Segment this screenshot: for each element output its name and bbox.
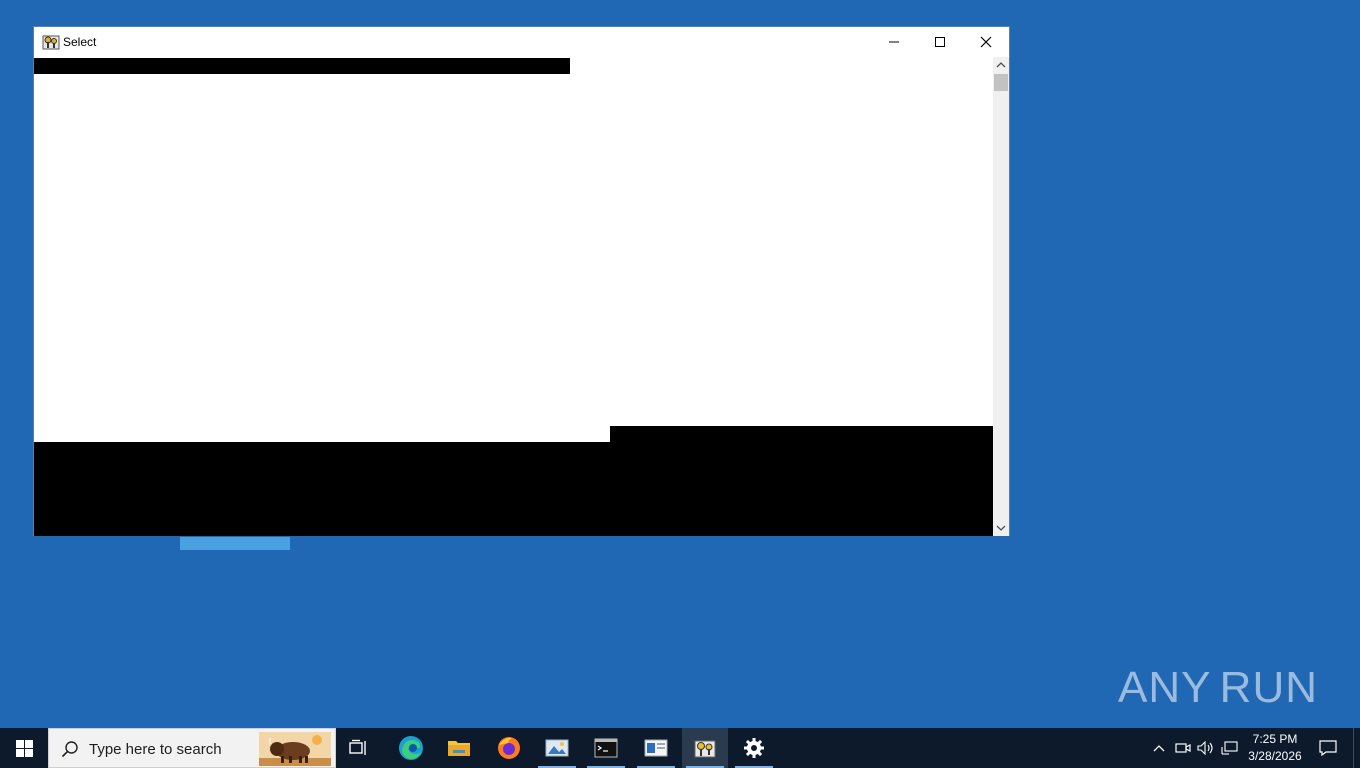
firefox-icon (498, 737, 520, 759)
selection-highlight (34, 58, 570, 74)
network-icon (1221, 741, 1238, 755)
taskbar-key-manager[interactable] (682, 728, 728, 768)
minimize-button[interactable] (871, 27, 917, 57)
console-window[interactable]: Select (33, 26, 1010, 536)
keys-icon (694, 740, 716, 758)
clock-date: 3/28/2026 (1248, 749, 1302, 763)
scroll-up-button[interactable] (993, 57, 1009, 73)
notification-icon (1319, 740, 1337, 756)
taskbar-photos[interactable] (534, 728, 580, 768)
chevron-down-icon (996, 525, 1006, 531)
anyrun-watermark: ANY RUN (1118, 655, 1318, 721)
console-black-region (34, 442, 610, 536)
task-view-icon (349, 739, 366, 755)
close-button[interactable] (963, 27, 1009, 57)
window-app-icon (644, 739, 668, 757)
taskbar-file-explorer[interactable] (436, 728, 482, 768)
taskbar-settings[interactable] (731, 728, 777, 768)
search-box[interactable]: Type here to search (48, 728, 336, 768)
scroll-thumb[interactable] (994, 74, 1008, 91)
bison-illustration-icon (259, 732, 331, 766)
scroll-down-button[interactable] (993, 520, 1009, 536)
vertical-scrollbar[interactable] (993, 57, 1009, 536)
taskbar: Type here to search 7:25 PM 3/28/2026 (0, 728, 1360, 768)
console-output[interactable] (34, 57, 994, 536)
notification-center-button[interactable] (1314, 728, 1342, 768)
taskbar-firefox[interactable] (486, 728, 532, 768)
folder-icon (448, 741, 470, 756)
title-bar[interactable]: Select (34, 27, 1009, 57)
maximize-icon (935, 37, 945, 47)
desktop-strip (180, 537, 290, 550)
camera-icon (1175, 743, 1191, 753)
windows-logo-icon (15, 739, 33, 757)
taskbar-task-view[interactable] (336, 728, 382, 768)
tray-overflow-button[interactable] (1148, 728, 1170, 768)
keys-icon (42, 35, 60, 50)
taskbar-command-prompt[interactable] (583, 728, 629, 768)
search-placeholder: Type here to search (89, 741, 222, 758)
taskbar-window-app[interactable] (633, 728, 679, 768)
terminal-icon (594, 738, 618, 758)
photos-icon (545, 739, 569, 757)
tray-network[interactable] (1219, 728, 1241, 768)
watermark-left: ANY (1118, 663, 1212, 712)
watermark-right: RUN (1219, 663, 1318, 712)
system-clock[interactable]: 7:25 PM 3/28/2026 (1244, 731, 1306, 765)
chevron-up-icon (996, 62, 1006, 68)
show-desktop-button[interactable] (1353, 728, 1360, 768)
tray-meet-now[interactable] (1172, 728, 1194, 768)
minimize-icon (889, 41, 899, 43)
volume-icon (1197, 741, 1213, 755)
chevron-up-icon (1153, 745, 1165, 752)
search-icon (61, 741, 78, 758)
tray-volume[interactable] (1195, 728, 1217, 768)
start-button[interactable] (0, 728, 48, 768)
taskbar-edge[interactable] (388, 728, 434, 768)
window-title: Select (63, 35, 97, 49)
maximize-button[interactable] (917, 27, 963, 57)
clock-time: 7:25 PM (1252, 732, 1298, 746)
edge-icon (399, 736, 423, 760)
console-black-region (610, 426, 994, 536)
gear-icon (744, 738, 764, 758)
close-icon (980, 36, 992, 48)
